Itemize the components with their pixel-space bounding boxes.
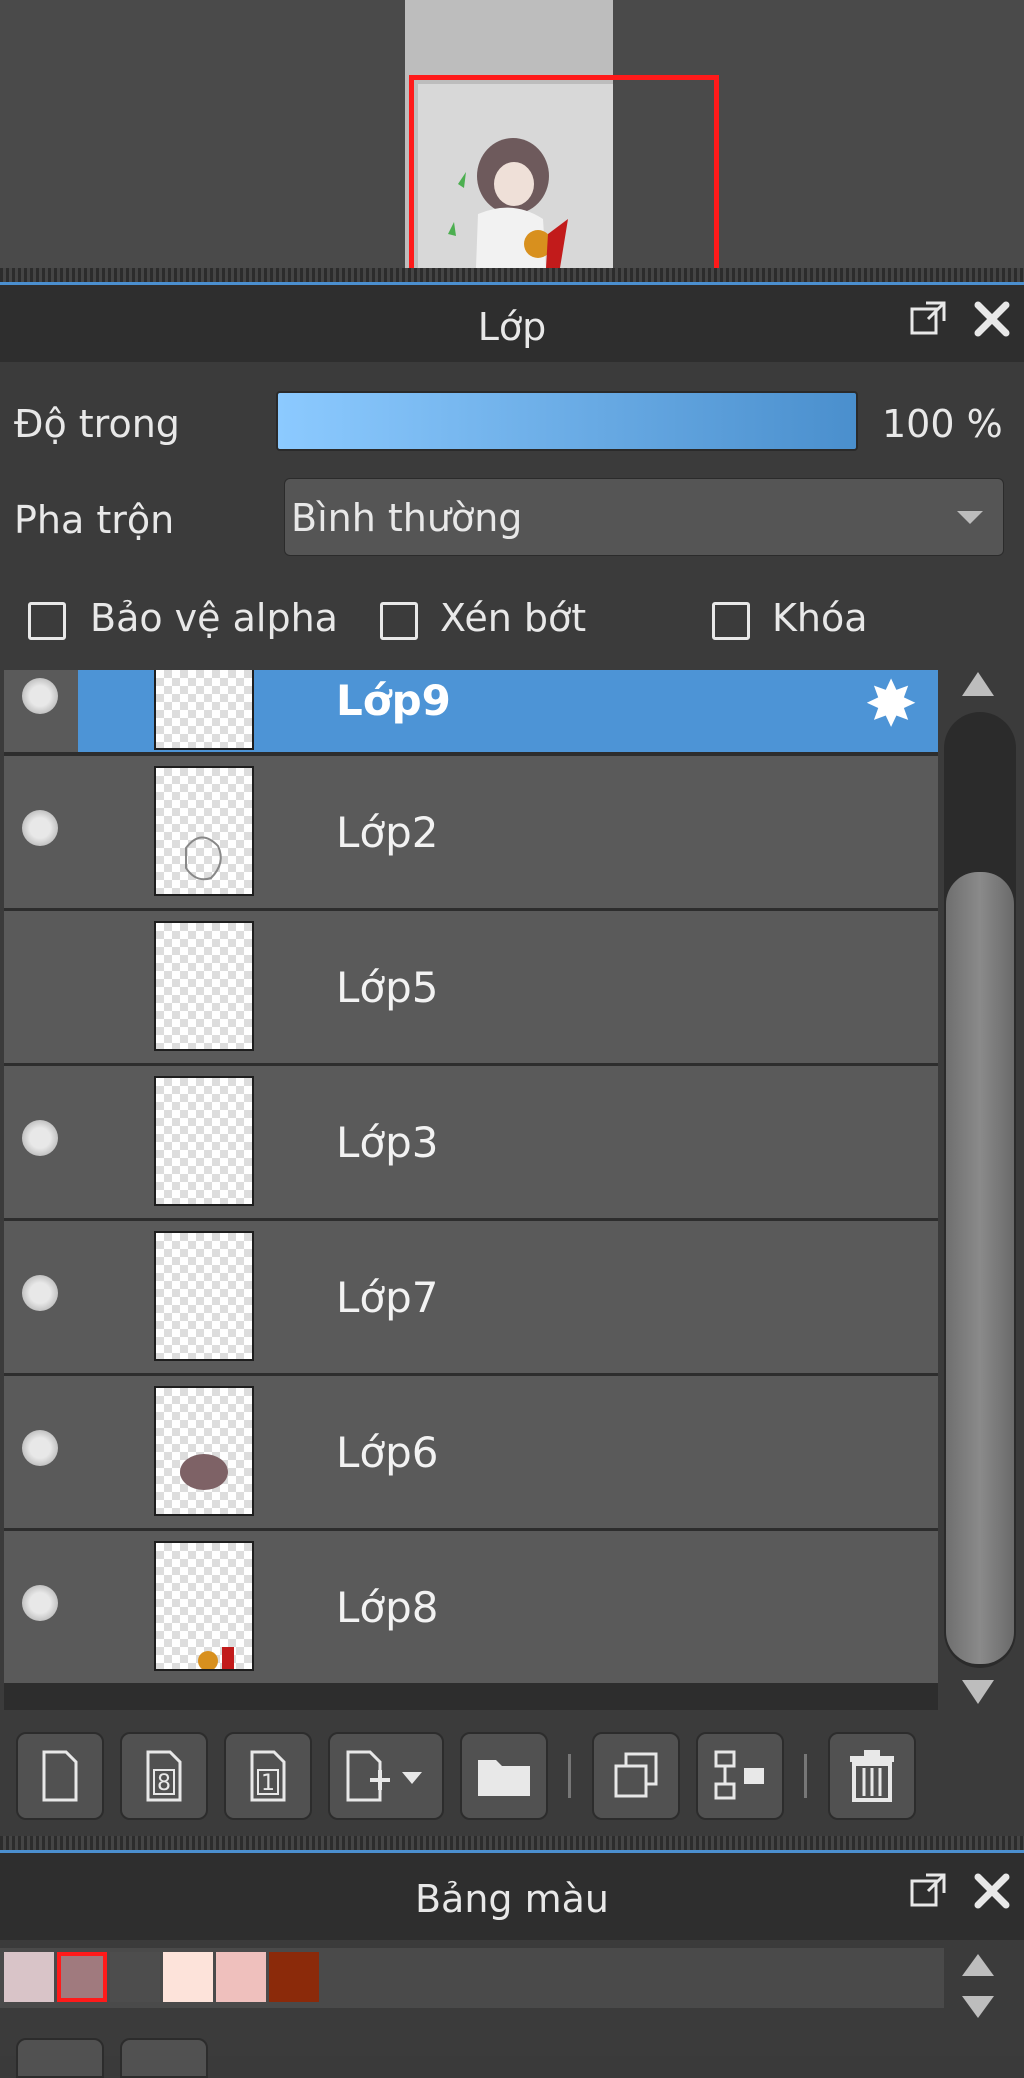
new-8bit-layer-button[interactable]: 8	[120, 1732, 208, 1820]
panel-splitter[interactable]	[0, 268, 1024, 282]
layer-row[interactable]: Lớp5	[4, 911, 938, 1063]
merge-down-icon	[714, 1750, 764, 1800]
palette-toolbar	[0, 2030, 1024, 2078]
clipping-checkbox[interactable]	[380, 602, 418, 640]
visibility-eye-icon[interactable]	[22, 1585, 58, 1621]
delete-layer-button[interactable]	[828, 1732, 916, 1820]
palette-button[interactable]	[16, 2038, 104, 2078]
navigator-preview[interactable]	[0, 0, 1024, 268]
color-swatch[interactable]	[110, 1952, 160, 2002]
new-1bit-layer-icon: 1	[250, 1750, 286, 1802]
layer-row[interactable]: Lớp9 ✸	[4, 670, 938, 752]
add-layer-dropdown-icon	[346, 1750, 422, 1802]
popout-icon[interactable]	[906, 299, 950, 343]
layer-thumbnail	[154, 670, 254, 750]
palette-panel-header: Bảng màu	[0, 1853, 1024, 1940]
visibility-eye-icon[interactable]	[22, 1120, 58, 1156]
visibility-eye-icon[interactable]	[22, 678, 58, 714]
layer-thumbnail	[154, 1076, 254, 1206]
color-swatch[interactable]	[57, 1952, 107, 2002]
opacity-value: 100 %	[882, 402, 1003, 446]
layer-thumbnail	[154, 766, 254, 896]
duplicate-layer-icon	[614, 1752, 658, 1798]
merge-down-button[interactable]	[696, 1732, 784, 1820]
svg-text:8: 8	[157, 1771, 171, 1796]
close-icon[interactable]	[970, 1871, 1014, 1915]
layers-panel-header: Lớp	[0, 285, 1024, 363]
opacity-label: Độ trong	[14, 402, 180, 446]
panel-splitter[interactable]	[0, 1836, 1024, 1850]
scroll-up-icon[interactable]	[962, 672, 994, 696]
visibility-eye-icon[interactable]	[22, 810, 58, 846]
scrollbar-thumb[interactable]	[946, 872, 1014, 1664]
layer-name: Lớp9	[336, 676, 451, 725]
lock-label: Khóa	[772, 596, 868, 640]
color-swatch[interactable]	[4, 1952, 54, 2002]
new-layer-icon	[42, 1750, 78, 1802]
color-swatch[interactable]	[216, 1952, 266, 2002]
layer-thumbnail	[154, 1386, 254, 1516]
trash-icon	[850, 1750, 894, 1802]
palette-button[interactable]	[120, 2038, 208, 2078]
layer-name: Lớp7	[336, 1273, 439, 1322]
layer-list[interactable]: Lớp9 ✸ Lớp2 Lớp5 Lớp3 Lớp7 Lớp6 Lớp8	[4, 670, 938, 1710]
close-icon[interactable]	[970, 299, 1014, 343]
palette-scroll-up-icon[interactable]	[962, 1954, 994, 1976]
layers-panel-title: Lớp	[477, 305, 547, 349]
layer-thumbnail	[154, 1541, 254, 1671]
protect-alpha-checkbox[interactable]	[28, 602, 66, 640]
layer-thumbnail	[154, 921, 254, 1051]
add-layer-dropdown-button[interactable]	[328, 1732, 444, 1820]
layer-name: Lớp2	[336, 808, 439, 857]
layer-row[interactable]: Lớp8	[4, 1531, 938, 1683]
scroll-down-icon[interactable]	[962, 1680, 994, 1704]
new-folder-icon	[478, 1760, 530, 1796]
chevron-down-icon	[957, 511, 983, 524]
layer-row[interactable]: Lớp7	[4, 1221, 938, 1373]
layer-name: Lớp3	[336, 1118, 439, 1167]
palette-panel-title: Bảng màu	[414, 1877, 610, 1921]
layer-name: Lớp8	[336, 1583, 439, 1632]
layer-row[interactable]: Lớp6	[4, 1376, 938, 1528]
palette-scroll-down-icon[interactable]	[962, 1996, 994, 2018]
new-8bit-layer-icon: 8	[146, 1750, 182, 1802]
layer-name: Lớp5	[336, 963, 439, 1012]
new-folder-button[interactable]	[460, 1732, 548, 1820]
layer-row[interactable]: Lớp3	[4, 1066, 938, 1218]
new-layer-button[interactable]	[16, 1732, 104, 1820]
lock-checkbox[interactable]	[712, 602, 750, 640]
duplicate-layer-button[interactable]	[592, 1732, 680, 1820]
svg-text:1: 1	[261, 1771, 275, 1796]
layer-toolbar: 8 1	[0, 1712, 1024, 1832]
blend-mode-select[interactable]: Bình thường	[284, 478, 1004, 556]
layer-name: Lớp6	[336, 1428, 439, 1477]
color-swatch[interactable]	[163, 1952, 213, 2002]
viewport-frame[interactable]	[409, 75, 719, 268]
visibility-eye-icon[interactable]	[22, 1275, 58, 1311]
visibility-eye-icon[interactable]	[22, 1430, 58, 1466]
blend-mode-value: Bình thường	[291, 496, 523, 540]
opacity-slider[interactable]	[276, 391, 858, 451]
color-swatch[interactable]	[269, 1952, 319, 2002]
toolbar-separator	[568, 1754, 571, 1798]
layer-row[interactable]: Lớp2	[4, 756, 938, 908]
layer-thumbnail	[154, 1231, 254, 1361]
new-1bit-layer-button[interactable]: 1	[224, 1732, 312, 1820]
protect-alpha-label: Bảo vệ alpha	[90, 596, 338, 640]
toolbar-separator	[804, 1754, 807, 1798]
clipping-label: Xén bớt	[440, 596, 587, 640]
gear-icon[interactable]: ✸	[856, 670, 926, 740]
blend-mode-label: Pha trộn	[14, 498, 175, 542]
popout-icon[interactable]	[906, 1871, 950, 1915]
